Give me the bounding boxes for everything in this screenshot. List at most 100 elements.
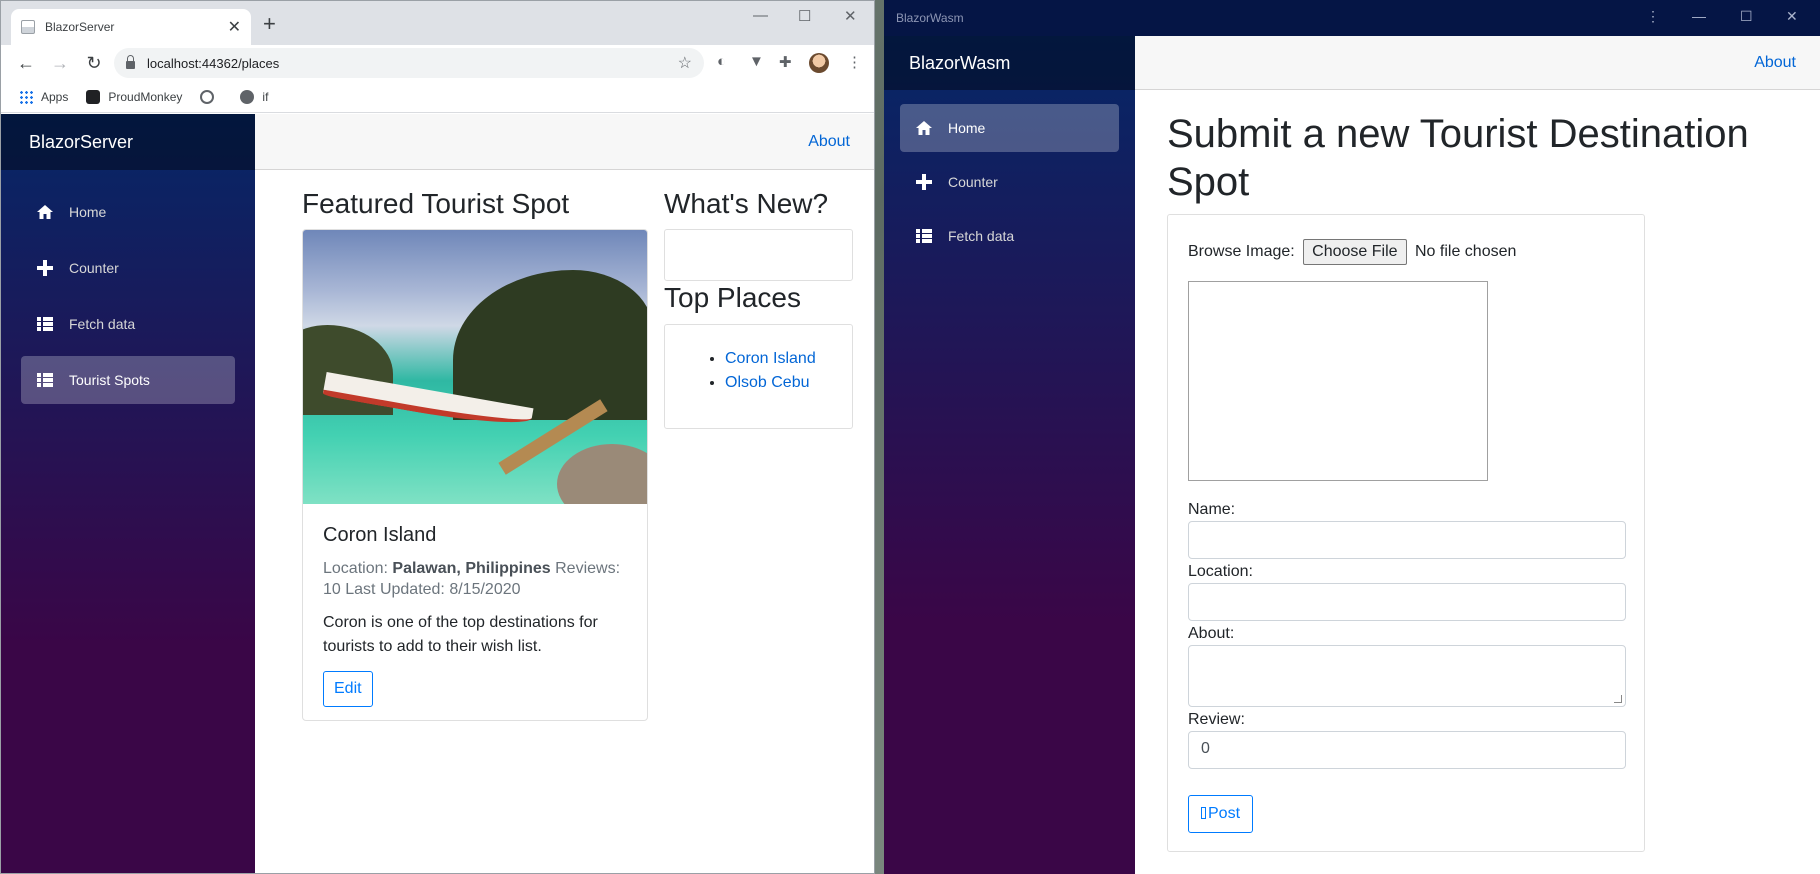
home-icon [35,202,55,222]
address-bar[interactable]: localhost:44362/places ☆ [114,48,704,78]
whats-new-box [664,229,853,281]
sidebar-item-tourist-spots[interactable]: Tourist Spots [21,356,235,404]
site-icon [200,89,215,104]
close-tab-icon[interactable]: ✕ [228,17,241,37]
minimize-icon[interactable]: — [1692,8,1706,24]
extension-circle-icon[interactable]: ◐ [717,53,726,70]
app-brand[interactable]: BlazorServer [1,114,255,170]
bookmark-label: if [262,89,269,104]
new-tab-icon[interactable]: + [263,13,276,35]
extensions-puzzle-icon[interactable]: ✚ [779,53,792,71]
top-places-list: Coron Island Olsob Cebu [665,325,852,395]
featured-card: Coron Island Location: Palawan, Philippi… [302,229,648,721]
extension-v-icon[interactable]: ▼ [749,53,764,70]
more-options-icon[interactable]: ⋮ [1646,8,1660,25]
about-link[interactable]: About [808,133,850,151]
tab-strip: BlazorServer ✕ + — ☐ ✕ [1,1,874,45]
proudmonkey-icon [86,89,101,104]
profile-avatar[interactable] [809,53,829,73]
close-window-icon[interactable]: ✕ [844,7,857,25]
sidebar-item-label: Home [69,204,107,220]
post-button[interactable]: Post [1188,795,1254,833]
top-place-link[interactable]: Coron Island [725,350,816,367]
bookmark-if[interactable]: if [240,89,269,104]
featured-heading: Featured Tourist Spot [302,188,570,219]
browser-menu-icon[interactable]: ⋮ [847,53,862,71]
resize-handle[interactable] [1614,695,1622,703]
bookmark-site[interactable] [200,89,222,104]
name-label: Name: [1188,501,1236,518]
sidebar-nav: Home Counter Fetch data Tourist Spots [1,170,255,422]
post-button-icon [1201,807,1206,819]
sidebar-item-fetch-data[interactable]: Fetch data [900,212,1119,260]
about-textarea[interactable] [1188,645,1626,707]
bookmark-apps[interactable]: Apps [19,89,69,104]
bookmark-star-icon[interactable]: ☆ [678,53,692,73]
location-field[interactable] [1188,583,1626,621]
page-title: Submit a new Tourist Destination Spot [1167,112,1749,204]
browser-toolbar: ← → ↻ localhost:44362/places ☆ [1,45,874,81]
browse-label: Browse Image: [1188,243,1295,260]
sidebar-item-home[interactable]: Home [900,104,1119,152]
card-title: Coron Island [323,524,437,546]
app-brand[interactable]: BlazorWasm [884,36,1135,90]
plus-icon [914,172,934,192]
card-body: Coron Island Location: Palawan, Philippi… [303,504,647,720]
sidebar-item-label: Home [948,120,986,136]
bookmark-label: ProudMonkey [108,89,183,104]
list-icon [35,370,55,390]
sidebar-item-fetch-data[interactable]: Fetch data [21,300,235,348]
whats-new-heading: What's New? [664,188,829,219]
top-place-link[interactable]: Olsob Cebu [725,374,810,391]
reload-icon[interactable]: ↻ [77,53,111,74]
card-meta: Location: Palawan, Philippines Reviews: … [323,559,627,601]
reviews-label: Reviews: [555,560,621,577]
name-field[interactable] [1188,521,1626,559]
window-title: BlazorWasm [896,11,964,25]
review-label: Review: [1188,711,1245,728]
bookmark-proudmonkey[interactable]: ProudMonkey [86,89,183,104]
about-label: About: [1188,625,1235,642]
home-icon [914,118,934,138]
image-preview [1188,281,1488,481]
lock-icon [126,55,135,69]
post-button-label: Post [1208,805,1241,822]
close-window-icon[interactable]: ✕ [1786,8,1798,25]
globe-icon [240,89,255,104]
back-icon[interactable]: ← [9,53,43,74]
main-content: About Submit a new Tourist Destination S… [1135,36,1820,874]
list-icon [35,314,55,334]
sidebar-item-counter[interactable]: Counter [21,244,235,292]
featured-photo [303,230,647,504]
choose-file-button[interactable]: Choose File [1303,239,1407,265]
bookmark-label: Apps [41,89,69,104]
page-favicon-icon [21,20,35,34]
top-places-box: Coron Island Olsob Cebu [664,324,853,429]
forward-icon[interactable]: → [43,53,77,74]
list-icon [914,226,934,246]
address-url[interactable]: localhost:44362/places [147,56,678,71]
browser-tab[interactable]: BlazorServer ✕ [11,9,251,45]
review-field[interactable]: 0 [1188,731,1626,769]
wasm-app-window: BlazorWasm ⋮ — ☐ ✕ BlazorWasm Home Count… [884,0,1820,874]
about-link[interactable]: About [1754,54,1796,72]
apps-grid-icon [19,89,33,104]
top-row: About [1135,36,1820,90]
maximize-icon[interactable]: ☐ [798,7,811,25]
list-item: Olsob Cebu [725,371,852,395]
edit-button[interactable]: Edit [323,670,373,707]
sidebar-item-label: Fetch data [948,228,1015,244]
sidebar-item-home[interactable]: Home [21,188,235,236]
minimize-icon[interactable]: — [753,7,768,24]
window-titlebar: BlazorWasm ⋮ — ☐ ✕ [884,0,1820,36]
sidebar-item-label: Fetch data [69,316,136,332]
card-description: Coron is one of the top destinations for… [323,613,598,655]
maximize-icon[interactable]: ☐ [1740,8,1753,25]
sidebar-nav: Home Counter Fetch data [884,90,1135,274]
web-page: BlazorServer Home Counter Fetch data Tou… [1,114,874,873]
no-file-text: No file chosen [1415,243,1517,260]
sidebar-item-counter[interactable]: Counter [900,158,1119,206]
top-row: About [255,114,874,170]
updated-value: 8/15/2020 [449,580,521,598]
main-content: About Featured Tourist Spot Coron Island… [255,114,874,873]
